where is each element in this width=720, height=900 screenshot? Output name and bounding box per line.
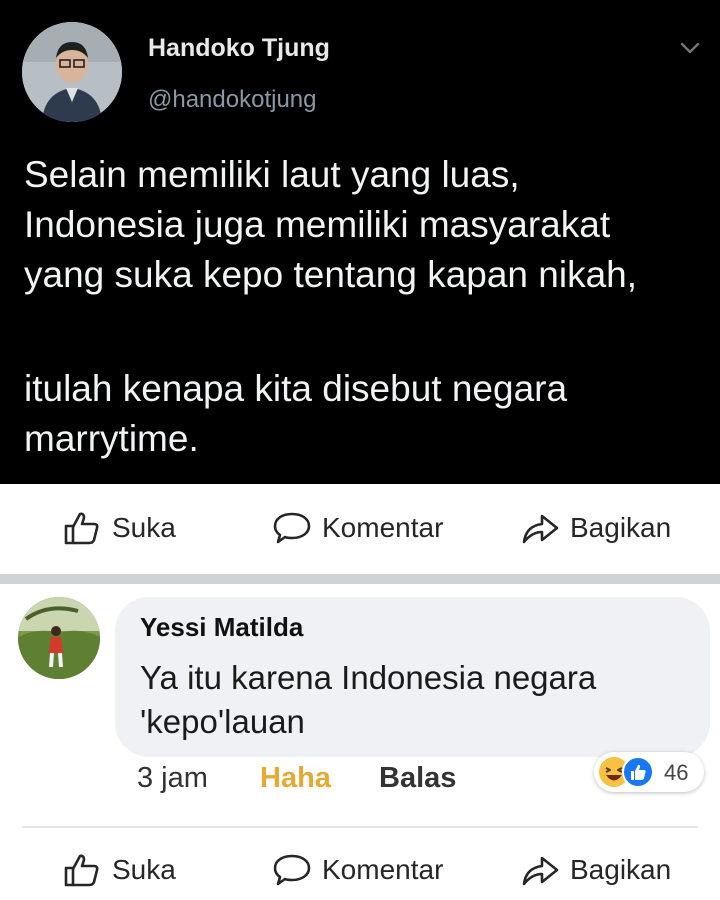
comment-label: Komentar — [322, 512, 444, 543]
like-button[interactable]: Suka — [62, 846, 176, 894]
commenter-name[interactable]: Yessi Matilda — [140, 612, 303, 643]
thumbs-up-icon — [64, 854, 99, 887]
tweet-text-line: marrytime. — [24, 418, 199, 459]
comment-action-bar: Suka Komentar Bagikan — [0, 838, 720, 900]
share-label: Bagikan — [570, 854, 672, 885]
post-action-bar: Suka Komentar Bagikan — [0, 496, 720, 560]
share-label: Bagikan — [570, 512, 672, 543]
like-reaction-icon — [622, 756, 654, 788]
comment-text-line: 'kepo'lauan — [140, 703, 305, 740]
like-button[interactable]: Suka — [62, 504, 176, 552]
comment-text-line: Ya itu karena Indonesia negara — [140, 659, 597, 696]
comment-timestamp[interactable]: 3 jam — [137, 762, 208, 795]
comment-bubble-icon — [273, 854, 311, 886]
tweet-author-handle[interactable]: @handokotjung — [148, 86, 317, 114]
commenter-avatar[interactable] — [18, 597, 100, 679]
comment-text: Ya itu karena Indonesia negara 'kepo'lau… — [140, 656, 596, 744]
section-separator — [0, 574, 720, 584]
comment-reaction-haha-button[interactable]: Haha — [260, 762, 331, 795]
tweet-author-avatar[interactable] — [22, 22, 122, 122]
like-label: Suka — [112, 854, 176, 885]
comment-label: Komentar — [322, 854, 444, 885]
tweet-text-line: itulah kenapa kita disebut negara — [24, 368, 568, 409]
tweet-author-name[interactable]: Handoko Tjung — [148, 34, 330, 63]
comment-button[interactable]: Komentar — [272, 504, 443, 552]
chevron-down-icon[interactable] — [678, 38, 702, 58]
tweet-text-paragraph-2: itulah kenapa kita disebut negara marryt… — [24, 364, 567, 464]
reaction-summary[interactable]: 46 — [594, 752, 704, 792]
comment-bubble-icon — [273, 512, 311, 544]
tweet-text-line: Selain memiliki laut yang luas, — [24, 154, 520, 195]
reaction-count: 46 — [664, 760, 689, 785]
embedded-tweet: Handoko Tjung @handokotjung Selain memil… — [0, 0, 720, 484]
comment-reply-button[interactable]: Balas — [379, 762, 456, 795]
comment-divider — [22, 826, 698, 828]
comment-button[interactable]: Komentar — [272, 846, 443, 894]
share-button[interactable]: Bagikan — [520, 504, 671, 552]
share-button[interactable]: Bagikan — [520, 846, 671, 894]
like-label: Suka — [112, 512, 176, 543]
tweet-text-paragraph-1: Selain memiliki laut yang luas, Indonesi… — [24, 150, 637, 300]
tweet-text-line: yang suka kepo tentang kapan nikah, — [24, 254, 638, 295]
tweet-text-line: Indonesia juga memiliki masyarakat — [24, 204, 611, 245]
share-arrow-icon — [522, 856, 559, 886]
thumbs-up-icon — [64, 512, 99, 545]
share-arrow-icon — [522, 514, 559, 544]
